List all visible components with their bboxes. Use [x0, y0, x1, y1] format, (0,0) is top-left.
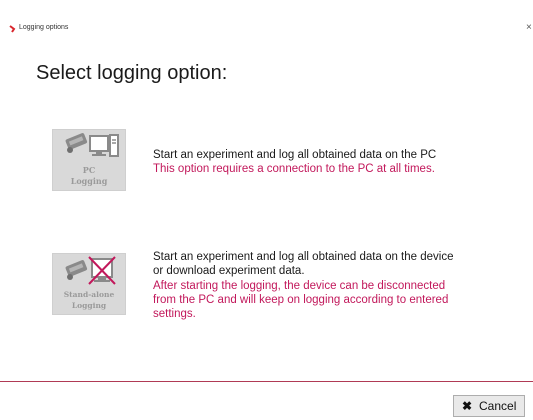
- cancel-label: Cancel: [479, 399, 517, 413]
- page-title: Select logging option:: [36, 62, 228, 84]
- standalone-logging-option-button[interactable]: Stand-alone Logging: [52, 253, 126, 315]
- standalone-logging-icon: [65, 256, 116, 285]
- footer-divider: [0, 381, 533, 382]
- close-icon: ✖: [462, 399, 473, 413]
- standalone-logging-description: Start an experiment and log all obtained…: [153, 251, 454, 321]
- pc-logging-option-button[interactable]: PC Logging: [52, 129, 126, 191]
- app-logo-icon: [9, 25, 16, 33]
- title-bar: Logging options ×: [0, 18, 533, 40]
- window-title: Logging options: [19, 24, 69, 31]
- pc-logging-label: PC Logging: [70, 165, 108, 186]
- pc-logging-icon: [65, 133, 119, 157]
- pc-logging-description: Start an experiment and log all obtained…: [153, 149, 437, 176]
- cancel-button[interactable]: ✖ Cancel: [453, 395, 525, 417]
- close-button[interactable]: ×: [526, 21, 533, 35]
- logging-options-dialog: Logging options × Select logging option:…: [0, 0, 533, 420]
- standalone-logging-label: Stand-alone Logging: [63, 290, 115, 310]
